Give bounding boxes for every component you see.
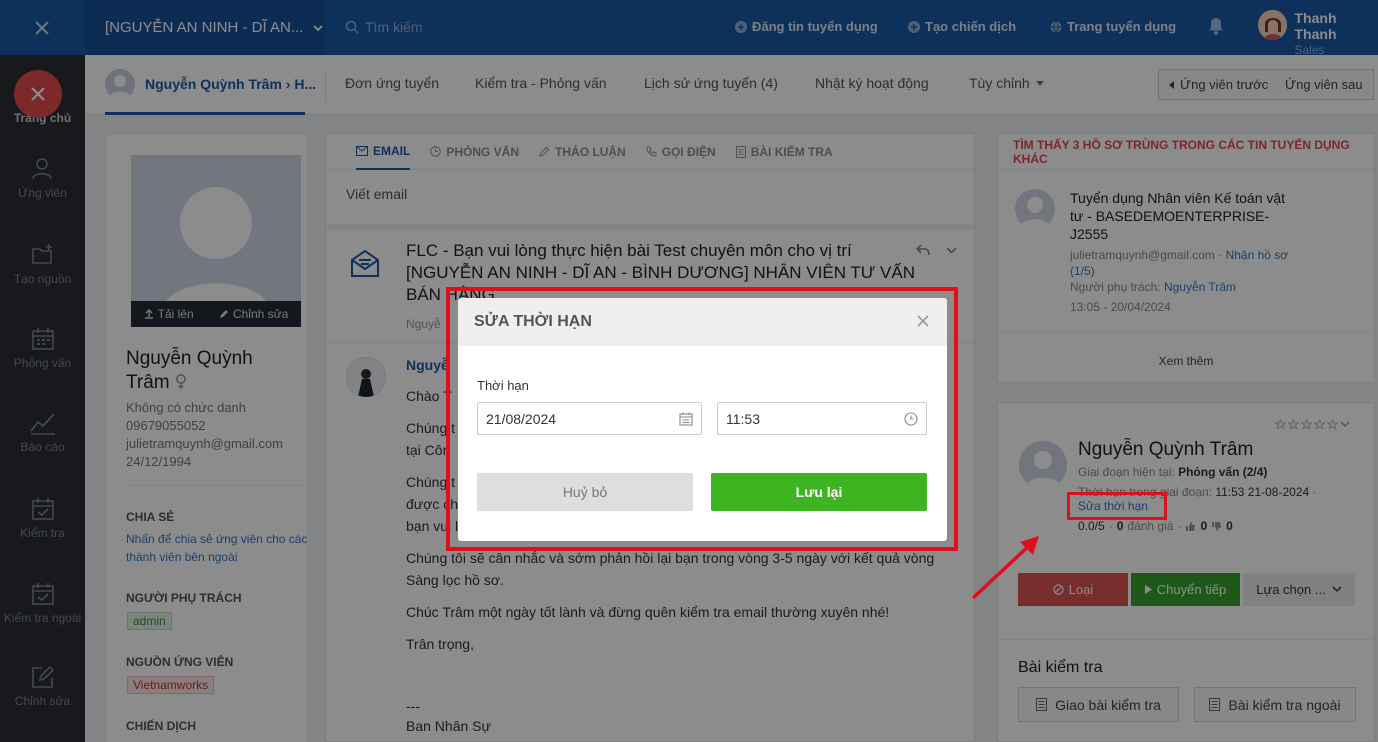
deadline-date-input[interactable]: 21/08/2024 bbox=[477, 402, 702, 435]
modal-header: SỬA THỜI HẠN bbox=[458, 298, 947, 346]
calendar-icon[interactable] bbox=[679, 412, 693, 426]
cancel-button[interactable]: Huỷ bỏ bbox=[477, 473, 693, 511]
close-icon[interactable] bbox=[917, 315, 929, 327]
clock-icon[interactable] bbox=[904, 411, 918, 426]
edit-deadline-highlight-box bbox=[1067, 492, 1167, 520]
modal-title: SỬA THỜI HẠN bbox=[474, 313, 592, 330]
deadline-time-input[interactable]: 11:53 bbox=[717, 402, 927, 435]
deadline-date-value: 21/08/2024 bbox=[486, 410, 557, 427]
edit-deadline-modal: SỬA THỜI HẠN Thời hạn 21/08/2024 11:53 H… bbox=[458, 298, 947, 541]
deadline-label: Thời hạn bbox=[477, 378, 529, 393]
annotation-arrow-icon bbox=[971, 536, 1039, 600]
save-button[interactable]: Lưu lại bbox=[711, 473, 927, 511]
deadline-time-value: 11:53 bbox=[726, 410, 760, 427]
